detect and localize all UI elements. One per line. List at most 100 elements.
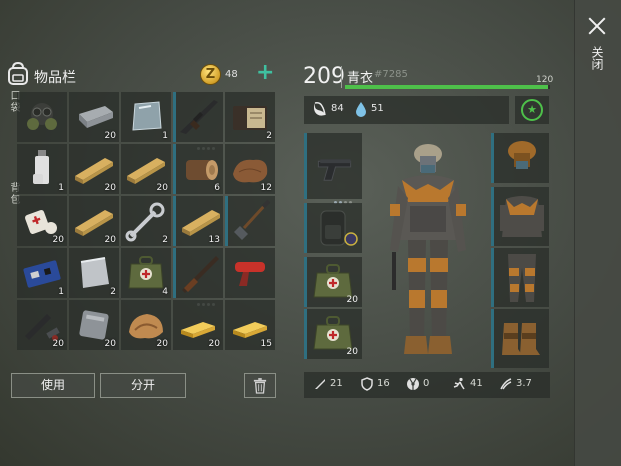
damage-value: 21	[330, 378, 343, 389]
name-divider	[341, 66, 342, 88]
stealth-icon	[500, 378, 512, 390]
slot-quantity: 20	[104, 131, 116, 141]
body-slot[interactable]	[491, 187, 549, 246]
jacket-icon	[500, 196, 544, 237]
hunger-value: 84	[331, 103, 344, 114]
slot-quantity: 20	[346, 347, 358, 357]
split-button[interactable]: 分开	[100, 373, 186, 398]
slot-quantity: 2	[110, 287, 116, 297]
slot-quantity: 12	[260, 183, 272, 193]
backpack-icon	[8, 62, 28, 85]
slot-quantity: 20	[346, 295, 358, 305]
durability-dots	[197, 135, 219, 150]
player-name: 青衣	[347, 71, 374, 86]
equipment-slot-medkit-2[interactable]: 20	[304, 309, 362, 359]
slot-quantity: 1	[162, 131, 168, 141]
stomach-icon	[314, 102, 326, 116]
inventory-slot[interactable]: 20	[121, 300, 171, 350]
xp-bar-fill	[345, 85, 548, 89]
armor-value: 16	[377, 378, 390, 389]
slot-quantity: 13	[208, 235, 220, 245]
character-figure	[390, 144, 466, 354]
inventory-slot[interactable]	[173, 248, 223, 306]
inventory-slot[interactable]: 20	[69, 144, 119, 194]
slot-quantity: 20	[104, 235, 116, 245]
speed-value: 41	[470, 378, 483, 389]
thirst-value: 51	[371, 103, 384, 114]
close-label[interactable]: 关闭	[588, 46, 604, 70]
inventory-slot[interactable]: 20	[69, 300, 119, 350]
radiation-value: 0	[423, 378, 430, 389]
inventory-slot[interactable]: 20	[69, 196, 119, 246]
inventory-slot[interactable]: 2	[121, 196, 171, 246]
pants-icon	[508, 254, 536, 302]
slot-quantity: 2	[162, 235, 168, 245]
slot-quantity: 6	[214, 183, 220, 193]
slot-quantity: 20	[104, 339, 116, 349]
player-id: #7285	[374, 69, 408, 80]
slot-quantity: 20	[156, 339, 168, 349]
boots-icon	[502, 323, 540, 355]
armor-icon	[361, 377, 373, 391]
coin-count: 48	[225, 69, 238, 80]
player-level: 209	[303, 64, 345, 89]
inventory-slot[interactable]: 2	[225, 92, 275, 142]
slot-quantity: 4	[162, 287, 168, 297]
inventory-slot[interactable]: 12	[225, 144, 275, 194]
stealth-value: 3.7	[516, 378, 532, 389]
inventory-slot[interactable]: 20	[17, 196, 67, 246]
inventory-slot[interactable]	[173, 92, 223, 150]
shovel-icon	[234, 199, 271, 240]
inventory-slot[interactable]: 20	[173, 300, 223, 350]
inventory-slot[interactable]: 6	[173, 144, 223, 194]
star-icon: ★	[527, 103, 537, 116]
hat-icon	[508, 141, 536, 169]
slot-quantity: 2	[266, 131, 272, 141]
xp-max: 120	[536, 75, 554, 85]
inventory-slot[interactable]: 13	[173, 196, 223, 246]
feet-slot[interactable]	[491, 309, 549, 368]
inventory-slot[interactable]: 20	[121, 144, 171, 194]
tactical-backpack-icon	[320, 210, 358, 246]
speed-icon	[453, 377, 465, 390]
slot-quantity: 15	[260, 339, 272, 349]
slot-quantity: 20	[52, 339, 64, 349]
weapon-slot[interactable]	[304, 133, 362, 204]
durability-dots	[334, 189, 356, 204]
inventory-title: 物品栏	[34, 70, 76, 86]
slot-quantity: 1	[58, 287, 64, 297]
inventory-slot[interactable]	[17, 92, 67, 142]
add-coins-button[interactable]: +	[256, 62, 274, 84]
use-button[interactable]: 使用	[11, 373, 95, 398]
inventory-slot[interactable]: 4	[121, 248, 171, 298]
slot-quantity: 20	[52, 235, 64, 245]
coin-icon: Z	[200, 64, 221, 85]
inventory-slot[interactable]	[225, 248, 275, 298]
inventory-slot[interactable]: 1	[121, 92, 171, 142]
inventory-slot[interactable]: 20	[69, 92, 119, 142]
inventory-slot[interactable]: 15	[225, 300, 275, 350]
backpack-slot[interactable]	[304, 203, 362, 253]
legs-slot[interactable]	[491, 248, 549, 307]
inventory-slot[interactable]: 1	[17, 248, 67, 298]
slot-quantity: 20	[156, 183, 168, 193]
equipment-slot-medkit-1[interactable]: 20	[304, 257, 362, 307]
radiation-icon	[407, 378, 419, 390]
trash-button[interactable]	[244, 373, 276, 398]
gas-mask-icon	[27, 103, 57, 130]
trash-icon	[253, 378, 267, 394]
favorite-button[interactable]: ★	[521, 99, 543, 121]
inventory-slot[interactable]	[225, 196, 275, 246]
slot-quantity: 20	[208, 339, 220, 349]
inventory-slot[interactable]: 20	[17, 300, 67, 350]
slot-quantity: 20	[104, 183, 116, 193]
inventory-slot[interactable]: 1	[17, 144, 67, 194]
slot-quantity: 1	[58, 183, 64, 193]
close-icon[interactable]	[585, 14, 609, 38]
flare-gun-icon	[235, 262, 265, 286]
damage-icon	[315, 379, 325, 389]
head-slot[interactable]	[491, 133, 549, 183]
durability-dots	[197, 291, 219, 306]
inventory-slot[interactable]: 2	[69, 248, 119, 298]
water-drop-icon	[356, 102, 366, 117]
